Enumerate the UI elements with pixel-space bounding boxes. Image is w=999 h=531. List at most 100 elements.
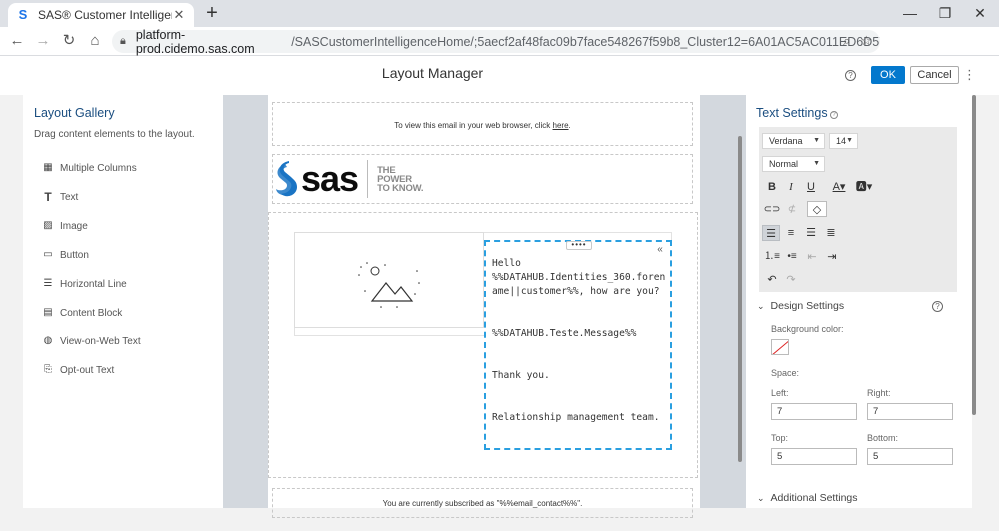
view-online-text: To view this email in your web browser, … [272,121,693,130]
settings-scrollbar[interactable] [972,95,976,415]
gallery-item-label: Image [60,220,88,232]
text-line: Thank you. [492,370,550,381]
right-space-input[interactable]: 7 [867,403,953,420]
subscription-text: You are currently subscribed as "%%email… [382,499,583,508]
forward-button[interactable]: → [30,28,56,54]
justify-button[interactable]: ≣ [822,225,840,241]
text-line: %%DATAHUB.Identities_360.foren [492,272,666,283]
gallery-item-content-block[interactable]: ▤ Content Block [42,306,122,320]
left-space-input[interactable]: 7 [771,403,857,420]
view-online-link[interactable]: here [553,121,569,130]
sas-wordmark: sas [301,158,359,199]
gallery-item-button[interactable]: ▭ Button [42,248,89,262]
gallery-item-text[interactable]: T Text [42,190,78,204]
url-host: platform-prod.cidemo.sas.com [135,27,255,56]
bold-button[interactable]: B [763,179,781,195]
image-placeholder[interactable] [294,232,484,328]
layout-gallery-panel: Layout Gallery Drag content elements to … [23,95,223,508]
gallery-item-horizontal-line[interactable]: ☰ Horizontal Line [42,277,127,291]
restore-window-button[interactable]: ❐ [928,0,962,27]
reload-button[interactable]: ↻ [56,28,82,54]
background-color-swatch[interactable] [771,339,789,355]
ok-button[interactable]: OK [871,66,905,84]
tab-title: SAS® Customer Intelligence 360 [38,8,172,22]
redo-icon[interactable]: ↷ [782,272,800,288]
chevron-down-icon: ⌄ [757,301,765,311]
right-label: Right: [867,388,891,398]
align-center-button[interactable]: ≡ [782,225,800,241]
background-color-label: Background color: [771,324,844,334]
back-button[interactable]: ← [4,28,30,54]
chevron-down-icon: ⌄ [757,493,765,503]
left-label: Left: [771,388,789,398]
indent-icon[interactable]: ⇥ [823,249,841,265]
tag-icon[interactable]: ◇ [807,201,827,217]
browser-tab[interactable]: S SAS® Customer Intelligence 360 ✕ [8,3,194,27]
font-family-select[interactable]: Verdana ▼ [762,133,825,149]
gallery-item-view-on-web[interactable]: ◍ View-on-Web Text [42,334,141,348]
image-icon: ▨ [43,220,53,231]
outdent-icon[interactable]: ⇤ [803,249,821,265]
app-header: Layout Manager ? OK Cancel ⋮ [0,57,999,95]
text-settings-title: Text Settings [756,106,828,120]
text-icon: T [44,190,52,204]
horizontal-line-icon: ☰ [43,278,53,289]
cancel-button[interactable]: Cancel [910,66,959,84]
gallery-subtitle: Drag content elements to the layout. [34,129,195,140]
bullet-list-icon[interactable]: •≡ [783,249,801,265]
view-online-prefix: To view this email in your web browser, … [394,121,553,130]
new-tab-button[interactable]: + [202,3,222,23]
font-color-button[interactable]: A▾ [828,179,850,195]
highlight-color-button[interactable]: 🅰︎▾ [853,179,875,195]
align-left-button[interactable]: ☰ [762,225,780,241]
help-icon[interactable]: ? [845,70,856,81]
close-window-button[interactable]: ✕ [963,0,997,27]
minimize-window-button[interactable]: — [893,0,927,27]
text-line: ame||customer%%, how are you? [492,286,660,297]
italic-button[interactable]: I [782,179,800,195]
columns-icon: ▦ [43,162,53,173]
collapse-panel-icon[interactable]: « [654,244,666,256]
top-space-input[interactable]: 5 [771,448,857,465]
space-label: Space: [771,368,800,378]
chevron-down-icon: ▼ [813,137,820,144]
gallery-item-label: View-on-Web Text [60,335,141,347]
gallery-item-multiple-columns[interactable]: ▦ Multiple Columns [42,161,137,175]
bookmark-star-icon[interactable]: ☆ [860,33,872,49]
gallery-title: Layout Gallery [34,106,115,120]
align-right-button[interactable]: ☰ [802,225,820,241]
address-bar[interactable]: 🔒︎ platform-prod.cidemo.sas.com /SASCust… [112,27,880,56]
undo-icon[interactable]: ↶ [763,272,781,288]
additional-settings-header[interactable]: ⌄ Additional Settings [757,492,858,504]
more-options-icon[interactable]: ⋮ [963,67,976,83]
underline-button[interactable]: U [802,179,820,195]
gallery-item-image[interactable]: ▨ Image [42,219,88,233]
design-settings-header[interactable]: ⌄ Design Settings [757,300,844,312]
browser-tab-bar: S SAS® Customer Intelligence 360 ✕ + — ❐… [0,0,999,27]
paragraph-style-select[interactable]: Normal ▼ [762,156,825,172]
gallery-item-label: Multiple Columns [60,162,137,174]
drag-handle[interactable]: •••• [566,241,592,250]
help-icon[interactable]: ? [932,301,943,312]
gallery-item-label: Content Block [60,307,123,319]
home-button[interactable]: ⌂ [82,28,108,54]
sas-tagline: THE POWER TO KNOW. [377,164,424,194]
font-size-select[interactable]: 14 ▼ [829,133,858,149]
canvas-scrollbar[interactable] [738,136,742,462]
close-tab-icon[interactable]: ✕ [172,7,186,23]
bottom-space-input[interactable]: 5 [867,448,953,465]
unlink-icon[interactable]: ⊄ [783,202,801,218]
page-title: Layout Manager [381,65,484,81]
link-icon[interactable]: ⊂⊃ [763,202,781,218]
gallery-item-label: Horizontal Line [60,278,127,290]
text-block-selected[interactable]: Hello %%DATAHUB.Identities_360.foren ame… [484,240,672,450]
sas-favicon-icon: S [18,7,28,22]
gallery-item-label: Opt-out Text [60,364,115,376]
button-icon: ▭ [43,249,53,260]
content-block-icon: ▤ [43,307,53,318]
numbered-list-icon[interactable]: ⒈≡ [763,249,781,265]
help-icon[interactable]: ? [830,111,838,119]
zoom-icon[interactable]: ⌕ [843,33,850,49]
gallery-item-label: Text [60,191,79,203]
gallery-item-opt-out[interactable]: ⎘ Opt-out Text [42,363,114,377]
